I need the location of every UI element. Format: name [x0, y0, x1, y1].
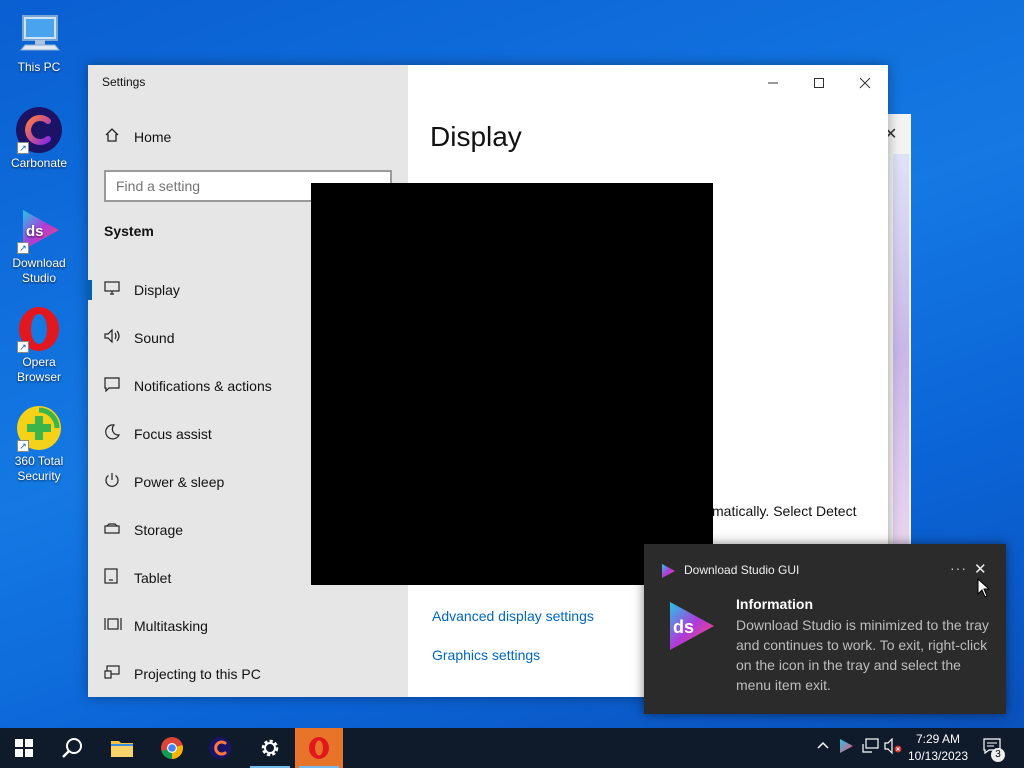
more-options-icon[interactable]: ···	[950, 560, 967, 576]
desktop-icon-download-studio[interactable]: ds ↗ Download Studio	[4, 206, 74, 286]
shortcut-arrow-icon: ↗	[17, 341, 29, 353]
sidebar-item-label: Multitasking	[134, 618, 208, 634]
sidebar-item-label: Focus assist	[134, 426, 212, 442]
notification-count-badge: 3	[991, 748, 1005, 762]
multitasking-icon	[104, 616, 134, 636]
tablet-icon	[104, 568, 134, 588]
home-link[interactable]: Home	[104, 127, 171, 146]
mouse-cursor-icon	[977, 578, 991, 598]
download-studio-tray-icon[interactable]	[838, 738, 854, 757]
shortcut-arrow-icon: ↗	[17, 440, 29, 452]
opera-app-icon	[309, 737, 329, 759]
volume-muted-icon[interactable]	[884, 737, 902, 757]
sidebar-item-label: Sound	[134, 330, 175, 346]
carbonate-app-icon	[209, 737, 231, 759]
download-studio-app-icon: ds	[664, 600, 716, 652]
window-title: Settings	[102, 75, 146, 89]
sidebar-item-label: Notifications & actions	[134, 378, 272, 394]
section-heading: System	[104, 223, 154, 239]
message-icon	[104, 376, 134, 396]
sidebar-item-label: Storage	[134, 522, 184, 538]
desktop-icon-label: 360 Total Security	[14, 454, 64, 483]
desktop-icon-label: This PC	[17, 60, 61, 74]
desktop-icon-carbonate[interactable]: ↗ Carbonate	[4, 106, 74, 171]
close-icon	[859, 77, 871, 89]
svg-text:ds: ds	[26, 223, 44, 240]
minimize-icon	[768, 82, 778, 84]
clock-time: 7:29 AM	[915, 732, 961, 746]
projector-icon	[104, 665, 134, 683]
advanced-display-settings-link[interactable]: Advanced display settings	[432, 608, 594, 624]
download-studio-app-icon: ds ↗	[15, 206, 63, 254]
obscured-region	[311, 183, 713, 585]
toast-heading: Information	[736, 596, 813, 612]
chrome-icon	[161, 737, 183, 759]
desktop-icon-label: Carbonate	[10, 156, 68, 170]
sidebar-item-label: Power & sleep	[134, 474, 225, 490]
sidebar-item-projecting[interactable]: Projecting to this PC	[88, 652, 408, 696]
close-button[interactable]	[842, 69, 888, 97]
desktop-icon-label: Download Studio	[12, 256, 66, 285]
clock-date: 10/13/2023	[907, 749, 969, 763]
sidebar-item-label: Tablet	[134, 570, 172, 586]
monitor-icon	[104, 281, 134, 299]
download-studio-small-icon	[660, 563, 676, 579]
desktop-icon-opera[interactable]: ↗ Opera Browser	[4, 305, 74, 385]
background-window-content	[893, 154, 909, 544]
toast-close-icon[interactable]: ✕	[974, 560, 987, 578]
display-description-text: matically. Select Detect	[712, 503, 857, 519]
computer-icon	[15, 10, 63, 58]
maximize-button[interactable]	[796, 69, 842, 97]
taskbar-carbonate[interactable]	[196, 728, 244, 768]
carbonate-app-icon: ↗	[15, 106, 63, 154]
toast-body: Download Studio is minimized to the tray…	[736, 617, 989, 693]
folder-icon	[111, 741, 133, 757]
shortcut-arrow-icon: ↗	[17, 242, 29, 254]
network-icon[interactable]	[862, 738, 880, 757]
taskbar: 7:29 AM 10/13/2023 3	[0, 728, 1024, 768]
sidebar-item-label: Display	[134, 282, 180, 298]
gear-icon	[261, 739, 279, 757]
toast-app-name: Download Studio GUI	[684, 563, 800, 577]
desktop-icon-this-pc[interactable]: This PC	[4, 10, 74, 75]
search-button[interactable]	[48, 728, 96, 768]
home-icon	[104, 127, 120, 146]
opera-app-icon: ↗	[15, 305, 63, 353]
storage-icon	[104, 522, 134, 539]
taskbar-chrome[interactable]	[148, 728, 196, 768]
sidebar-item-multitasking[interactable]: Multitasking	[88, 604, 408, 648]
360-security-app-icon: ↗	[15, 404, 63, 452]
taskbar-settings[interactable]	[246, 728, 294, 768]
maximize-icon	[814, 78, 824, 88]
sidebar-item-label: Projecting to this PC	[134, 666, 261, 682]
moon-icon	[104, 424, 134, 444]
desktop-icon-label: Opera Browser	[16, 355, 61, 384]
svg-text:ds: ds	[673, 617, 694, 637]
search-icon	[62, 738, 82, 758]
home-label: Home	[134, 128, 172, 145]
taskbar-file-explorer[interactable]	[98, 728, 146, 768]
shortcut-arrow-icon: ↗	[17, 142, 29, 154]
show-hidden-icons-chevron-up-icon[interactable]	[816, 738, 830, 755]
windows-logo-icon	[15, 739, 33, 757]
taskbar-opera[interactable]	[295, 728, 343, 768]
minimize-button[interactable]	[750, 69, 796, 97]
toast-notification[interactable]: Download Studio GUI ··· ✕ ds Information…	[644, 544, 1006, 714]
page-title: Display	[430, 121, 522, 152]
speaker-icon	[104, 328, 134, 347]
graphics-settings-link[interactable]: Graphics settings	[432, 647, 540, 663]
system-clock[interactable]: 7:29 AM 10/13/2023	[904, 731, 972, 765]
desktop-icon-360-total-security[interactable]: ↗ 360 Total Security	[4, 404, 74, 484]
power-icon	[104, 472, 134, 492]
start-button[interactable]	[0, 728, 48, 768]
